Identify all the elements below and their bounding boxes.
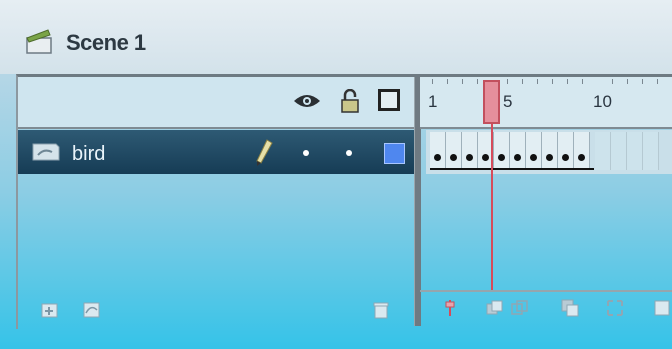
ruler-tick [447, 79, 448, 84]
ruler-tick [552, 79, 553, 84]
clapper-icon[interactable] [24, 26, 54, 56]
ruler-tick [432, 79, 433, 84]
visibility-dot[interactable] [303, 150, 309, 156]
lock-icon[interactable] [340, 89, 360, 113]
frame-cell[interactable] [430, 132, 446, 170]
keyframe-dot [578, 154, 585, 161]
toolbar-overflow-icon[interactable] [652, 298, 672, 318]
scene-title[interactable]: Scene 1 [66, 30, 146, 56]
frame-cell[interactable] [643, 132, 659, 170]
frame-cell[interactable] [510, 132, 526, 170]
keyframe-dot [450, 154, 457, 161]
layer-color-square[interactable] [384, 143, 405, 164]
ruler-tick [627, 79, 628, 84]
frame-cell[interactable] [446, 132, 462, 170]
frame-cell[interactable] [558, 132, 574, 170]
ruler-tick [567, 79, 568, 84]
lock-dot[interactable] [346, 150, 352, 156]
ruler-tick [507, 79, 508, 84]
ruler-tick [537, 79, 538, 84]
frame-cell[interactable] [611, 132, 627, 170]
trash-icon[interactable] [371, 300, 391, 320]
keyframe-dot [466, 154, 473, 161]
layer-icon [32, 143, 60, 161]
add-layer-icon[interactable] [40, 300, 60, 320]
playhead-line [491, 124, 493, 290]
layer-name[interactable]: bird [72, 143, 105, 166]
frame-number-5: 5 [503, 92, 513, 111]
outline-icon[interactable] [378, 89, 400, 111]
center-frame-icon[interactable] [440, 298, 460, 318]
ruler-tick [642, 79, 643, 84]
ruler-tick [522, 79, 523, 84]
ruler-tick [657, 79, 658, 84]
onion-skin-icon[interactable] [485, 298, 505, 318]
keyframe-dot [434, 154, 441, 161]
eye-icon[interactable] [292, 91, 322, 111]
ruler-tick [612, 79, 613, 84]
keyframe-dot [546, 154, 553, 161]
frame-number-10: 10 [593, 92, 612, 111]
frame-cell[interactable] [462, 132, 478, 170]
frame-cell[interactable] [627, 132, 643, 170]
keyframe-dot [562, 154, 569, 161]
frame-cell[interactable] [494, 132, 510, 170]
frame-number-1: 1 [428, 92, 438, 111]
frame-cell[interactable] [526, 132, 542, 170]
frame-cell[interactable] [595, 132, 611, 170]
keyframe-dot [498, 154, 505, 161]
add-motion-guide-icon[interactable] [82, 300, 102, 320]
playhead[interactable] [483, 80, 500, 124]
ruler-tick [462, 79, 463, 84]
layer-list-empty [18, 175, 414, 290]
ruler-tick [477, 79, 478, 84]
keyframe-dot [514, 154, 521, 161]
modify-onion-markers-icon[interactable] [605, 298, 625, 318]
pencil-icon [256, 139, 273, 166]
keyframe-dot [482, 154, 489, 161]
onion-skin-outlines-icon[interactable] [510, 298, 530, 318]
frames-underline [430, 168, 594, 170]
timeline-ruler[interactable] [420, 77, 672, 129]
keyframe-dot [530, 154, 537, 161]
frame-cell[interactable] [542, 132, 558, 170]
frame-cell[interactable] [574, 132, 590, 170]
edit-multiple-frames-icon[interactable] [560, 298, 580, 318]
ruler-tick [582, 79, 583, 84]
